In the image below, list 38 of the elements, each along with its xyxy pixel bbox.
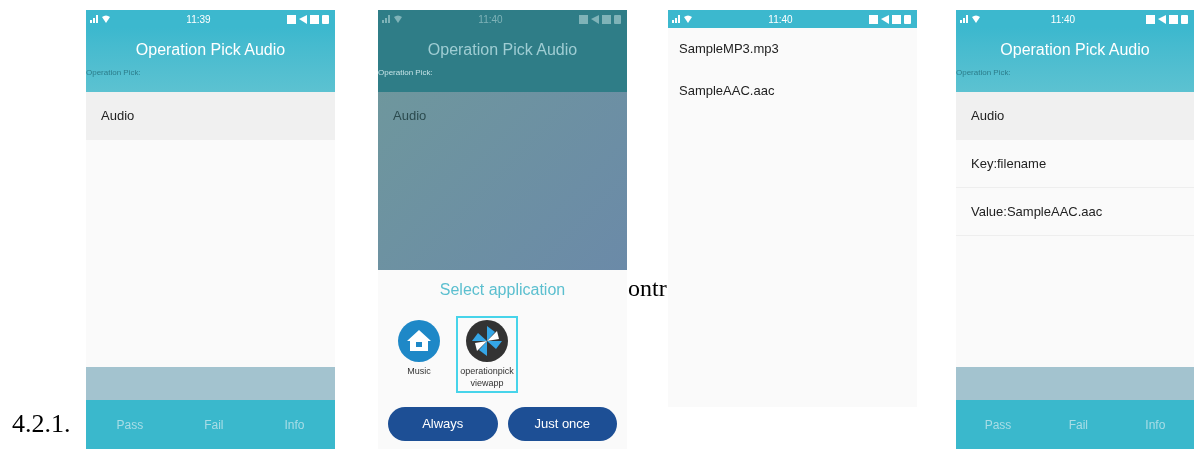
wifi-icon xyxy=(102,15,110,23)
file-item[interactable]: SampleMP3.mp3 xyxy=(668,28,917,70)
status-time: 11:40 xyxy=(478,12,503,27)
status-icons-drawing xyxy=(579,14,623,24)
house-icon xyxy=(398,320,440,362)
signal-icon xyxy=(90,15,99,23)
wifi-icon xyxy=(684,15,692,23)
signal-icon xyxy=(960,15,969,23)
status-time: 11:40 xyxy=(768,12,793,27)
list-header: Audio xyxy=(956,92,1194,140)
screen-title: Operation Pick Audio xyxy=(999,40,1151,60)
list-header: Audio xyxy=(392,107,428,126)
signal-icon xyxy=(382,15,391,23)
text-fragment: ontr xyxy=(628,274,667,303)
screen-title: Operation Pick Audio xyxy=(426,40,579,60)
screen-title: Operation Pick Audio xyxy=(134,40,287,60)
list-header: Audio xyxy=(86,92,335,140)
wifi-icon xyxy=(394,15,402,23)
app-name: Music xyxy=(406,365,432,377)
pinwheel-icon xyxy=(466,320,508,362)
subtitle-label: Operation Pick: xyxy=(86,67,142,79)
status-icons-drawing xyxy=(287,14,331,24)
app-name: operationpickviewapp xyxy=(459,365,515,389)
subtitle-label: Operation Pick: xyxy=(378,67,434,79)
status-icons-drawing xyxy=(869,14,913,24)
section-number: 4.2.1. xyxy=(12,408,71,440)
app-option[interactable]: operationpickviewapp xyxy=(456,316,518,393)
status-icons-drawing xyxy=(1146,14,1190,24)
sheet-button[interactable]: Just once xyxy=(507,407,617,441)
status-time: 11:40 xyxy=(1050,12,1076,27)
wifi-icon xyxy=(972,15,980,23)
app-option[interactable]: Music xyxy=(388,316,450,381)
subtitle-label: Operation Pick: xyxy=(956,67,1012,79)
sheet-title: Select application xyxy=(438,280,567,300)
file-item[interactable]: SampleAAC.aac xyxy=(668,70,917,112)
status-time: 11:39 xyxy=(186,12,211,27)
sheet-button[interactable]: Always xyxy=(388,407,498,441)
signal-icon xyxy=(672,15,681,23)
